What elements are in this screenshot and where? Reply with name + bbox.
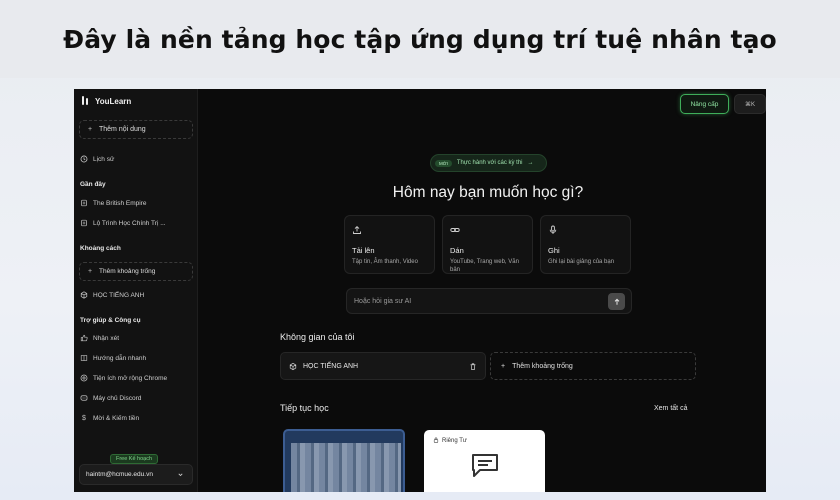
sidebar-item-recent[interactable]: Lộ Trình Học Chính Trị ... <box>80 219 166 227</box>
help-item-label: Mời & Kiếm tiền <box>93 414 140 422</box>
private-content-card[interactable]: Riêng Tư <box>424 430 545 492</box>
upload-icon <box>352 225 362 235</box>
banner: Đây là nền tảng học tập ứng dụng trí tuệ… <box>0 0 840 78</box>
sidebar-item-invite[interactable]: $ Mời & Kiếm tiền <box>80 414 139 422</box>
history-icon <box>80 155 88 163</box>
cube-icon <box>80 291 88 299</box>
sidebar-item-guide[interactable]: Hướng dẫn nhanh <box>80 354 146 362</box>
sidebar-item-history[interactable]: Lịch sử <box>80 155 114 163</box>
upload-card-title: Tải lên <box>352 246 375 255</box>
account-menu[interactable]: haintm@hcmue.edu.vn <box>79 464 193 485</box>
paste-card[interactable]: Dán YouTube, Trang web, Văn bản <box>442 215 533 274</box>
plus-icon: + <box>501 362 506 370</box>
recent-item-label: Lộ Trình Học Chính Trị ... <box>93 219 166 227</box>
upload-card-desc: Tập tin, Âm thanh, Video <box>352 259 418 265</box>
sidebar-item-discord[interactable]: Máy chủ Discord <box>80 394 141 402</box>
add-space-button[interactable]: + Thêm khoảng trống <box>79 262 193 281</box>
book-icon <box>80 354 88 362</box>
help-item-label: Tiện ích mở rộng Chrome <box>93 374 168 382</box>
mic-icon <box>548 225 558 235</box>
search-shortcut-button[interactable]: ⌘K <box>734 94 766 114</box>
help-item-label: Nhận xét <box>93 334 120 342</box>
paste-card-desc: YouTube, Trang web, Văn bản <box>450 259 519 274</box>
sidebar-item-feedback[interactable]: Nhận xét <box>80 334 119 342</box>
chrome-icon <box>80 374 88 382</box>
content-thumbnail[interactable] <box>283 429 405 492</box>
plus-icon: + <box>87 126 93 133</box>
ask-tutor-placeholder: Hoặc hỏi gia sư AI <box>354 297 412 305</box>
lock-icon <box>433 437 439 445</box>
app-name: YouLearn <box>95 96 132 106</box>
add-space-card[interactable]: + Thêm khoảng trống <box>490 352 696 380</box>
app-logo[interactable]: YouLearn <box>81 96 131 106</box>
discord-icon <box>80 394 88 402</box>
help-item-label: Máy chủ Discord <box>93 394 142 402</box>
sidebar: YouLearn + Thêm nội dung Lịch sử Gần đây… <box>74 89 198 492</box>
space-item-label: HỌC TIẾNG ANH <box>93 291 145 299</box>
record-card-title: Ghi <box>548 246 560 255</box>
thumbnail-image <box>291 443 401 492</box>
add-content-label: Thêm nội dung <box>99 126 146 133</box>
space-card[interactable]: HỌC TIẾNG ANH <box>280 352 486 380</box>
spaces-heading: Khoảng cách <box>80 245 121 252</box>
sidebar-item-space[interactable]: HỌC TIẾNG ANH <box>80 291 144 299</box>
upgrade-button[interactable]: Nâng cấp <box>680 94 729 114</box>
trash-icon[interactable] <box>469 362 477 370</box>
hero: Hôm nay bạn muốn học gì? <box>74 184 766 202</box>
record-card-desc: Ghi lại bài giảng của bạn <box>548 259 615 265</box>
link-icon <box>450 225 460 235</box>
sidebar-item-chrome[interactable]: Tiện ích mở rộng Chrome <box>80 374 167 382</box>
continue-title: Tiếp tục học <box>280 403 329 413</box>
account-email: haintm@hcmue.edu.vn <box>86 471 153 478</box>
exam-practice-label: Thực hành với các kỳ thi <box>456 160 523 166</box>
chat-icon <box>472 454 498 477</box>
see-all-link[interactable]: Xem tất cả <box>654 405 687 412</box>
app-window: YouLearn + Thêm nội dung Lịch sử Gần đây… <box>74 89 766 492</box>
dollar-icon: $ <box>82 414 86 422</box>
private-badge: Riêng Tư <box>433 437 467 445</box>
help-heading: Trợ giúp & Công cụ <box>80 317 141 324</box>
send-arrow-up-icon[interactable] <box>608 293 625 310</box>
upload-card[interactable]: Tải lên Tập tin, Âm thanh, Video <box>344 215 435 274</box>
help-item-label: Hướng dẫn nhanh <box>93 354 147 362</box>
my-space-title: Không gian của tôi <box>280 332 355 342</box>
thumbs-up-icon <box>80 334 88 342</box>
plus-icon: + <box>87 268 93 275</box>
plan-badge: Free Kế hoạch <box>110 454 158 464</box>
youlearn-logo-icon <box>81 96 91 106</box>
add-space-label: Thêm khoảng trống <box>99 268 156 275</box>
record-card[interactable]: Ghi Ghi lại bài giảng của bạn <box>540 215 631 274</box>
exam-practice-pill[interactable]: MỚI Thực hành với các kỳ thi → <box>430 154 547 172</box>
arrow-right-icon: → <box>527 160 534 166</box>
new-badge: MỚI <box>435 159 452 167</box>
chevron-down-icon <box>176 471 184 479</box>
history-label: Lịch sử <box>93 155 115 163</box>
document-icon <box>80 219 88 227</box>
banner-title: Đây là nền tảng học tập ứng dụng trí tuệ… <box>63 24 777 54</box>
ask-tutor-input[interactable]: Hoặc hỏi gia sư AI <box>346 288 632 314</box>
cube-icon <box>289 362 297 370</box>
space-card-label: HỌC TIẾNG ANH <box>303 362 359 370</box>
add-space-card-label: Thêm khoảng trống <box>512 362 573 370</box>
private-label: Riêng Tư <box>442 438 467 444</box>
hero-title: Hôm nay bạn muốn học gì? <box>392 184 584 201</box>
paste-card-title: Dán <box>450 246 464 255</box>
add-content-button[interactable]: + Thêm nội dung <box>79 120 193 139</box>
